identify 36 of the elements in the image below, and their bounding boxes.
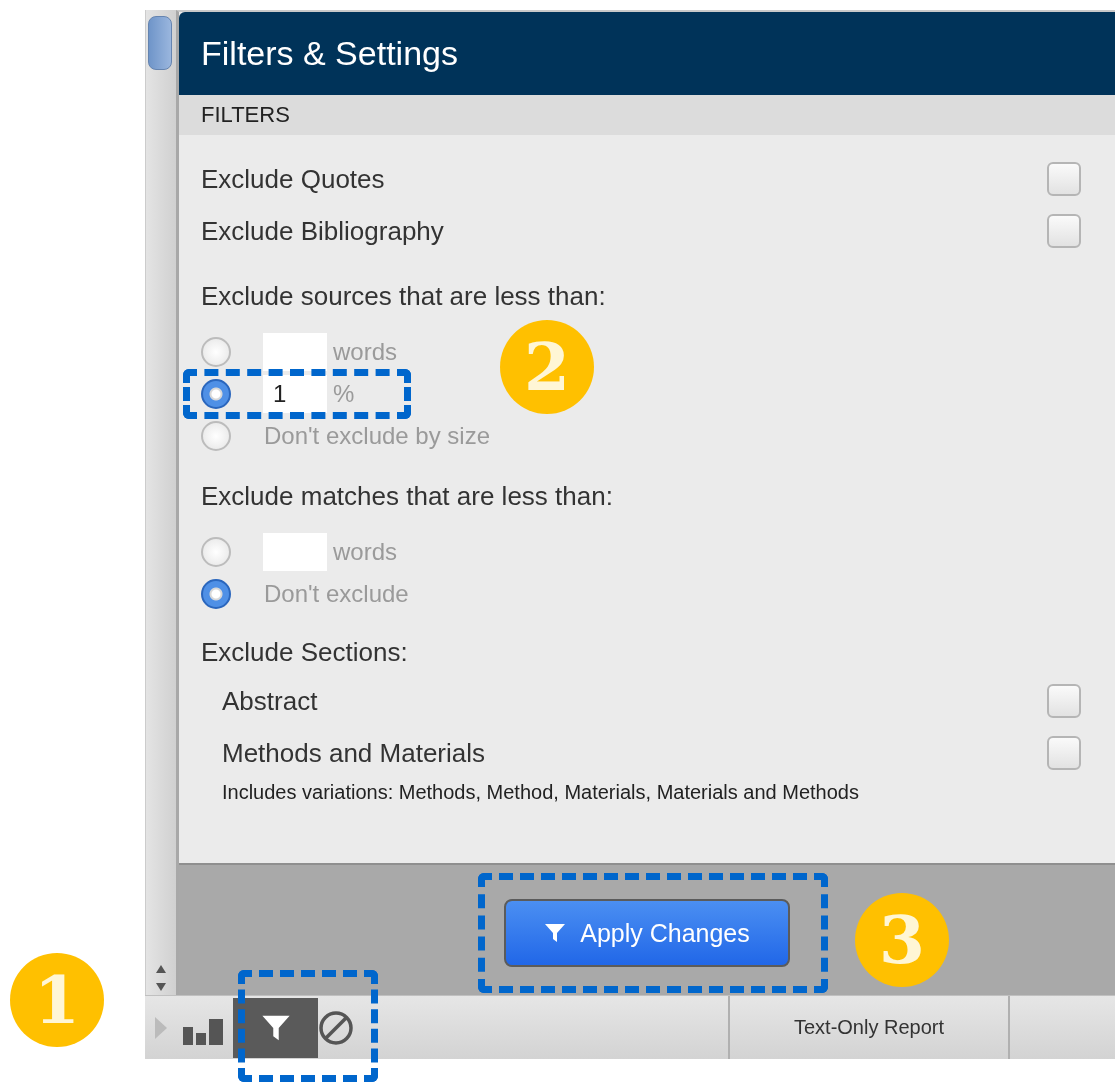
panel-title: Filters & Settings: [201, 34, 458, 73]
group-heading: Exclude Sections:: [201, 637, 409, 669]
step-badge: 1: [10, 953, 104, 1047]
filter-icon: [544, 922, 567, 944]
option-label: Exclude Bibliography: [201, 215, 444, 247]
radio-button[interactable]: [201, 579, 231, 609]
group-heading: Exclude matches that are less than:: [201, 481, 614, 513]
option-label: Don't exclude: [264, 580, 409, 608]
radio-button[interactable]: [201, 421, 231, 451]
option-label: Abstract: [222, 685, 318, 717]
checkbox[interactable]: [1047, 214, 1081, 248]
radio-button[interactable]: [201, 337, 231, 367]
radio-button[interactable]: [201, 537, 231, 567]
group-heading: Exclude sources that are less than:: [201, 281, 607, 313]
expand-icon[interactable]: [155, 1016, 167, 1039]
option-label: Exclude Quotes: [201, 163, 385, 195]
number-field[interactable]: [263, 333, 327, 371]
unit-label: words: [333, 538, 398, 566]
radio-button[interactable]: [201, 379, 231, 409]
unit-label: words: [333, 338, 398, 366]
scroll-thumb[interactable]: [148, 16, 172, 70]
scroll-down-icon[interactable]: [156, 983, 166, 991]
checkbox[interactable]: [1047, 736, 1081, 770]
number-field[interactable]: 1: [263, 375, 327, 413]
section-title: FILTERS: [201, 102, 290, 128]
apply-button[interactable]: Apply Changes: [504, 899, 790, 967]
unit-label: %: [333, 380, 355, 408]
option-label: Don't exclude by size: [264, 422, 491, 450]
option-label: Methods and Materials: [222, 737, 486, 769]
scroll-up-icon[interactable]: [156, 965, 166, 973]
report-tab[interactable]: Text-Only Report: [728, 996, 1010, 1059]
scrollbar[interactable]: [145, 10, 176, 995]
note-text: Includes variations: Methods, Method, Materials, Materials and Methods: [221, 781, 860, 804]
checkbox[interactable]: [1047, 684, 1081, 718]
filter-icon[interactable]: [233, 997, 318, 1058]
checkbox[interactable]: [1047, 162, 1081, 196]
